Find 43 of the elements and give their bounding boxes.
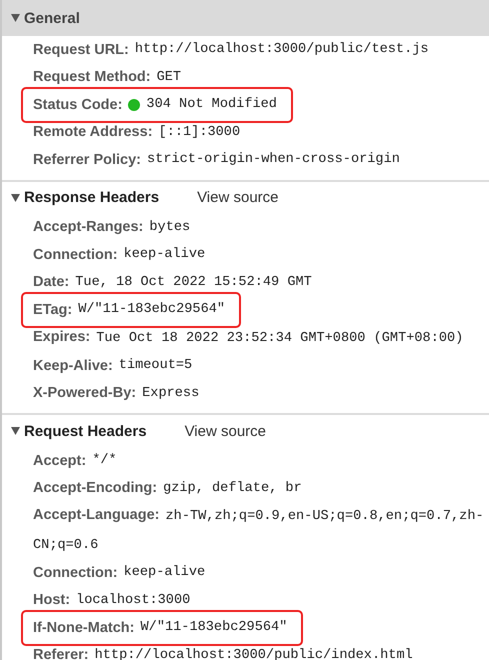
- header-value: GET: [156, 70, 182, 85]
- header-value: bytes: [149, 220, 190, 235]
- header-name: Date:: [33, 274, 70, 290]
- section-title[interactable]: Request Headers: [24, 422, 147, 440]
- section-title[interactable]: Response Headers: [24, 189, 160, 206]
- header-value: gzip, deflate, br: [163, 480, 302, 496]
- header-name: Accept-Encoding:: [33, 480, 158, 496]
- view-source-link[interactable]: View source: [197, 189, 278, 206]
- header-name: Referer:: [33, 647, 89, 660]
- disclosure-triangle-icon[interactable]: [11, 194, 20, 202]
- header-name: Keep-Alive:: [33, 358, 113, 374]
- header-name: Connection:: [33, 564, 118, 581]
- section-header[interactable]: General: [2, 0, 489, 36]
- header-name: If-None-Match:: [33, 620, 134, 636]
- header-name: Host:: [33, 592, 70, 608]
- header-name: X-Powered-By:: [33, 385, 136, 402]
- header-value: 304 Not Modified: [146, 97, 277, 112]
- header-entry: Expires: Tue Oct 18 2022 23:52:34 GMT+0800 (GMT+08:00): [32, 328, 464, 348]
- header-value: keep-alive: [124, 247, 206, 262]
- disclosure-triangle-icon[interactable]: [11, 14, 20, 22]
- disclosure-triangle-icon[interactable]: [11, 427, 20, 435]
- header-value: localhost:3000: [76, 592, 190, 608]
- header-name: Connection:: [33, 246, 118, 263]
- header-value: [::1]:3000: [158, 124, 240, 140]
- header-name: Request URL:: [33, 42, 129, 58]
- header-value: keep-alive: [124, 565, 206, 580]
- header-name: Referrer Policy:: [33, 152, 141, 168]
- header-name: Accept:: [33, 452, 86, 469]
- header-name: Status Code:: [33, 96, 122, 113]
- header-value: */*: [92, 453, 117, 468]
- header-value: W/"11-183ebc29564": [78, 302, 226, 318]
- header-value: http://localhost:3000/public/test.js: [134, 42, 429, 58]
- header-value: Express: [142, 386, 200, 401]
- view-source-link[interactable]: View source: [184, 422, 266, 440]
- header-name: Accept-Ranges:: [33, 219, 144, 236]
- header-name: Remote Address:: [33, 124, 153, 140]
- header-name: ETag:: [33, 302, 72, 318]
- header-value: W/"11-183ebc29564": [140, 620, 288, 636]
- header-value: strict-origin-when-cross-origin: [147, 152, 400, 168]
- section-title[interactable]: General: [24, 10, 80, 26]
- header-name: Request Method:: [33, 69, 151, 86]
- header-value: timeout=5: [118, 358, 192, 374]
- header-value: Tue, 18 Oct 2022 15:52:49 GMT: [75, 274, 312, 290]
